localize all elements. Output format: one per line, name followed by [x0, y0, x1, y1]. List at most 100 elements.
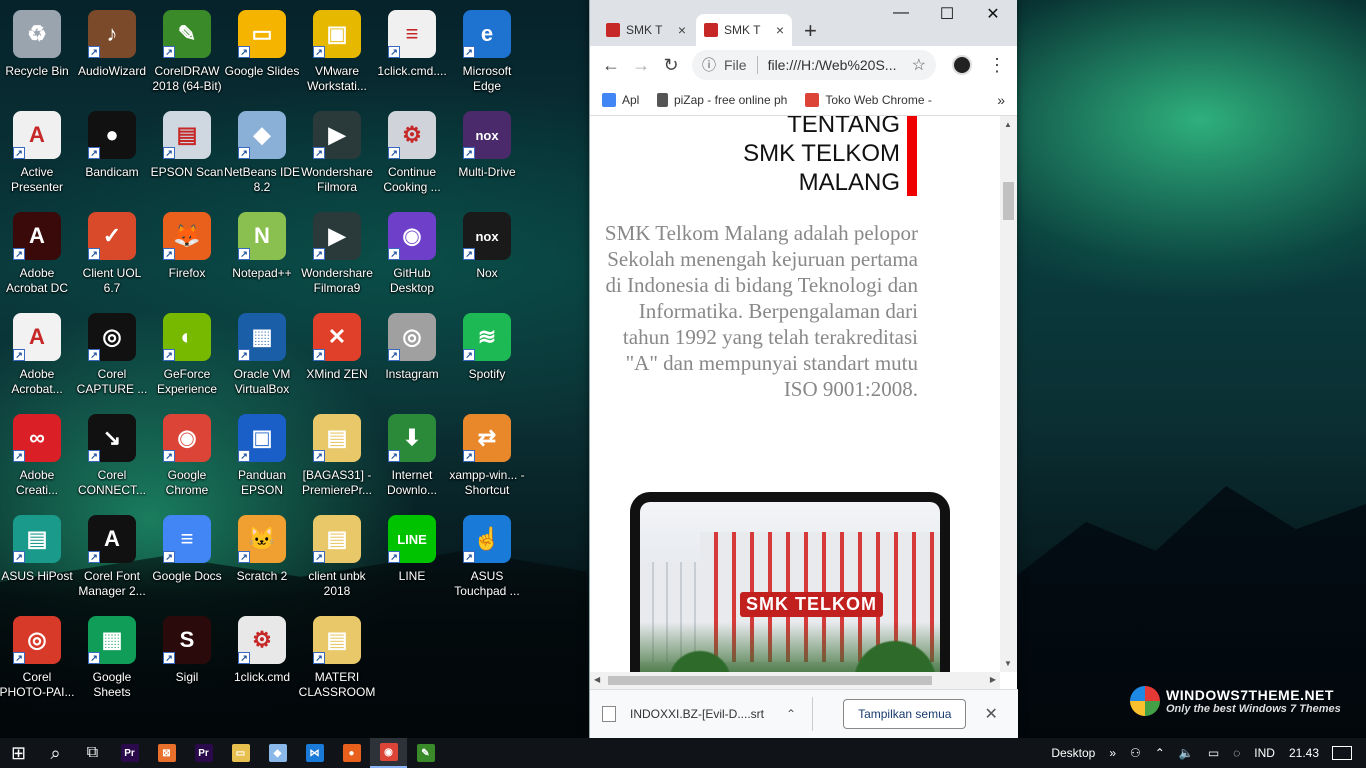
desktop-icon[interactable]: ⇄ ↗ xampp-win... - Shortcut — [449, 408, 525, 504]
horizontal-scroll-thumb[interactable] — [608, 676, 932, 685]
close-download-shelf-icon[interactable]: ✕ — [984, 704, 997, 724]
tab-smk-telkom-2[interactable]: SMK T × — [696, 14, 792, 46]
desktop-icon[interactable]: ◎ ↗ Instagram — [375, 307, 449, 403]
desktop-icon[interactable]: ▣ ↗ VMware Workstati... — [300, 4, 374, 100]
bookmark-pizap[interactable]: piZap - free online ph — [657, 92, 787, 107]
desktop-toolbar-label[interactable]: Desktop — [1051, 746, 1095, 760]
start-button[interactable]: ⊞ — [0, 738, 37, 768]
desktop-icon[interactable]: S ↗ Sigil — [150, 610, 224, 706]
desktop-icon[interactable]: nox ↗ Nox — [450, 206, 524, 302]
show-all-downloads-button[interactable]: Tampilkan semua — [843, 699, 967, 729]
maximize-button[interactable]: ☐ — [924, 4, 970, 24]
desktop-icon[interactable]: ⚙ ↗ 1click.cmd — [225, 610, 299, 706]
search-button[interactable]: ⌕ — [37, 738, 74, 768]
scroll-down-arrow-icon[interactable]: ▼ — [1004, 659, 1012, 668]
tab-smk-telkom-1[interactable]: SMK T × — [598, 14, 694, 46]
show-hidden-icons-icon[interactable]: ⌃ — [1155, 746, 1165, 760]
vertical-scrollbar[interactable]: ▲ ▼ — [1000, 116, 1017, 672]
desktop-icon[interactable]: e ↗ Microsoft Edge — [450, 4, 524, 100]
desktop-icon[interactable]: A ↗ Adobe Acrobat DC — [0, 206, 74, 302]
horizontal-scrollbar[interactable]: ◀ ▶ — [590, 672, 1000, 689]
desktop-icon[interactable]: N ↗ Notepad++ — [225, 206, 299, 302]
desktop-icon[interactable]: ≋ ↗ Spotify — [450, 307, 524, 403]
new-tab-button[interactable]: + — [804, 18, 817, 44]
desktop-icon[interactable]: 🐱 ↗ Scratch 2 — [225, 509, 299, 605]
taskbar-file-explorer-app[interactable]: ▭ — [222, 738, 259, 768]
taskbar-vscode-app[interactable]: ⋈ — [296, 738, 333, 768]
people-icon[interactable]: ⚇ — [1130, 746, 1141, 760]
desktop-icon[interactable]: ▦ ↗ Google Sheets — [75, 610, 149, 706]
bookmark-chrome-store[interactable]: Toko Web Chrome - — [805, 92, 945, 107]
desktop-icon[interactable]: ▤ ↗ MATERI CLASSROOM — [299, 610, 375, 706]
back-button[interactable]: ← — [596, 55, 626, 76]
desktop-icon[interactable]: ♻ Recycle Bin — [0, 4, 74, 100]
tab-close-icon[interactable]: × — [678, 22, 686, 38]
desktop-icon[interactable]: ● ↗ Bandicam — [75, 105, 149, 201]
desktop-icon[interactable]: ◆ ↗ NetBeans IDE 8.2 — [224, 105, 300, 201]
desktop-toolbar-chevron-icon[interactable]: » — [1109, 746, 1116, 760]
desktop-icon[interactable]: A ↗ Active Presenter — [0, 105, 74, 201]
taskbar-coreldraw-app[interactable]: ✎ — [407, 738, 444, 768]
minimize-button[interactable]: — — [878, 4, 924, 22]
tab-close-icon[interactable]: × — [776, 22, 784, 38]
desktop-icon[interactable]: ▭ ↗ Google Slides — [225, 4, 299, 100]
desktop-icon[interactable]: ↘ ↗ Corel CONNECT... — [75, 408, 149, 504]
clock[interactable]: 21.43 — [1289, 746, 1319, 760]
taskbar-premiere-app-2[interactable]: Pr — [185, 738, 222, 768]
reload-button[interactable]: ↻ — [656, 55, 686, 76]
taskbar-premiere-app[interactable]: Pr — [111, 738, 148, 768]
desktop-icon[interactable]: ≡ ↗ Google Docs — [150, 509, 224, 605]
desktop-icon[interactable]: ▶ ↗ Wondershare Filmora — [300, 105, 374, 201]
desktop-icon[interactable]: A ↗ Adobe Acrobat... — [0, 307, 74, 403]
wifi-icon[interactable]: ◌ — [1233, 746, 1240, 760]
input-language[interactable]: IND — [1254, 746, 1275, 760]
desktop-icon[interactable]: ▤ ↗ [BAGAS31] - PremierePr... — [300, 408, 374, 504]
desktop-icon[interactable]: ▤ ↗ ASUS HiPost — [0, 509, 74, 605]
scroll-left-arrow-icon[interactable]: ◀ — [594, 675, 600, 684]
desktop-icon[interactable]: ▦ ↗ Oracle VM VirtualBox — [225, 307, 299, 403]
desktop-icon[interactable]: ☝ ↗ ASUS Touchpad ... — [450, 509, 524, 605]
desktop-icon[interactable]: ▣ ↗ Panduan EPSON — [225, 408, 299, 504]
desktop-icon[interactable]: LINE ↗ LINE — [375, 509, 449, 605]
desktop-icon[interactable]: ✎ ↗ CorelDRAW 2018 (64-Bit) — [150, 4, 224, 100]
taskbar-xampp-app[interactable]: ⊠ — [148, 738, 185, 768]
download-filename[interactable]: INDOXXI.BZ-[Evil-D....srt — [630, 707, 770, 721]
desktop-icon[interactable]: nox ↗ Multi-Drive — [450, 105, 524, 201]
desktop-icon[interactable]: ♪ ↗ AudioWizard — [75, 4, 149, 100]
volume-icon[interactable]: 🔈 — [1179, 746, 1194, 760]
battery-icon[interactable]: ▭ — [1208, 746, 1219, 760]
bookmark-star-icon[interactable]: ☆ — [912, 55, 926, 75]
vertical-scroll-thumb[interactable] — [1003, 182, 1014, 220]
taskbar-chrome-app[interactable]: ◉ — [370, 738, 407, 768]
bookmarks-overflow-button[interactable]: » — [997, 92, 1005, 108]
desktop-icon[interactable]: ▤ ↗ client unbk 2018 — [300, 509, 374, 605]
desktop-icon[interactable]: ≡ ↗ 1click.cmd.... — [375, 4, 449, 100]
desktop-icon[interactable]: ⬇ ↗ Internet Downlo... — [375, 408, 449, 504]
desktop-icon[interactable]: ▶ ↗ Wondershare Filmora9 — [300, 206, 374, 302]
desktop-icon[interactable]: A ↗ Corel Font Manager 2... — [75, 509, 149, 605]
download-options-chevron-icon[interactable]: ⌃ — [786, 707, 796, 721]
forward-button[interactable]: → — [626, 55, 656, 76]
url-text[interactable]: file:///H:/Web%20S... — [768, 57, 912, 73]
desktop-icon[interactable]: ∞ ↗ Adobe Creati... — [0, 408, 74, 504]
desktop-icon[interactable]: ⚙ ↗ Continue Cooking ... — [375, 105, 449, 201]
desktop-icon[interactable]: ◉ ↗ Google Chrome — [150, 408, 224, 504]
site-info-icon[interactable]: ⓘ — [702, 55, 716, 75]
desktop-icon[interactable]: ◎ ↗ Corel CAPTURE ... — [75, 307, 149, 403]
desktop-icon[interactable]: ◎ ↗ Corel PHOTO-PAI... — [0, 610, 74, 706]
action-center-icon[interactable] — [1332, 746, 1352, 760]
task-view-button[interactable]: ⧉ — [74, 738, 111, 768]
desktop-icon[interactable]: ✓ ↗ Client UOL 6.7 — [75, 206, 149, 302]
chrome-menu-button[interactable]: ⋮ — [988, 55, 1006, 76]
scroll-right-arrow-icon[interactable]: ▶ — [990, 675, 996, 684]
taskbar-3d-app[interactable]: ◆ — [259, 738, 296, 768]
desktop-icon[interactable]: ◉ ↗ GitHub Desktop — [375, 206, 449, 302]
desktop-icon[interactable]: 🦊 ↗ Firefox — [150, 206, 224, 302]
desktop-icon[interactable]: ▤ ↗ EPSON Scan — [150, 105, 224, 201]
taskbar-firefox-app[interactable]: ● — [333, 738, 370, 768]
profile-avatar[interactable] — [952, 55, 972, 75]
close-window-button[interactable]: ✕ — [970, 4, 1016, 24]
bookmark-apps[interactable]: Apl — [602, 92, 639, 107]
address-bar[interactable]: ⓘ File file:///H:/Web%20S... ☆ — [692, 50, 936, 80]
desktop-icon[interactable]: ◐ ↗ GeForce Experience — [150, 307, 224, 403]
